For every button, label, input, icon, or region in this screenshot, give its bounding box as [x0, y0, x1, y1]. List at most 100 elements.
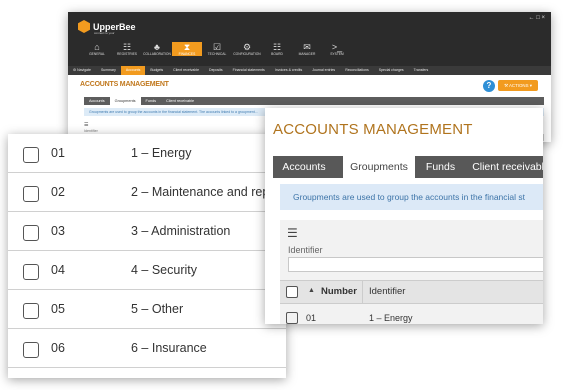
row-number: 05	[51, 302, 65, 316]
row-number: 01	[306, 313, 317, 323]
collaboration-icon: ♣	[154, 42, 160, 52]
actions-button[interactable]: ⚒ ACTIONS ▾	[498, 80, 538, 91]
row-number: 06	[51, 341, 65, 355]
sort-ascending-icon[interactable]: ▲	[308, 287, 315, 294]
subnav-item-client-receivable[interactable]: Client receivable	[168, 66, 204, 75]
subnav-item-navigate[interactable]: ⚙ Navigate	[68, 66, 96, 75]
zoomed-accounts-panel: ACCOUNTS MANAGEMENT Accounts Groupments Fu…	[265, 108, 543, 324]
board-icon: ☷	[272, 42, 282, 52]
table-row[interactable]: 06 6 – Insurance	[8, 329, 286, 368]
tab-client-receivable[interactable]: Client receivable	[161, 97, 199, 105]
module-manager[interactable]: ✉ MANAGER	[292, 42, 322, 56]
column-header-number[interactable]: Number	[321, 286, 357, 297]
table-header: ▲ Number Identifier	[280, 280, 543, 304]
module-label: CONFIGURATION	[233, 52, 261, 56]
system-icon: >_	[331, 42, 343, 52]
module-label: BOARD	[271, 52, 283, 56]
tab-groupments[interactable]: Groupments	[343, 156, 415, 178]
filter-label: Identifier	[84, 129, 98, 133]
tab-accounts[interactable]: Accounts	[273, 156, 335, 178]
module-finances[interactable]: ⧗ FINANCES	[172, 42, 202, 56]
row-checkbox[interactable]	[286, 312, 298, 324]
table-row[interactable]: 05 5 – Other	[8, 290, 286, 329]
module-label: COLLABORATION	[143, 52, 171, 56]
tab-funds[interactable]: Funds	[416, 156, 465, 178]
row-number: 04	[51, 263, 65, 277]
row-identifier: 6 – Insurance	[131, 341, 207, 355]
module-label: GENERAL	[89, 52, 105, 56]
module-board[interactable]: ☷ BOARD	[262, 42, 292, 56]
page-title-zoom: ACCOUNTS MANAGEMENT	[273, 121, 473, 138]
row-checkbox[interactable]	[23, 264, 39, 280]
module-label: SYSTEM	[330, 52, 344, 56]
info-banner-zoom: Groupments are used to group the account…	[280, 184, 543, 210]
table-row[interactable]: 02 2 – Maintenance and repairs	[8, 173, 286, 212]
module-collaboration[interactable]: ♣ COLLABORATION	[142, 42, 172, 56]
row-number: 02	[51, 185, 65, 199]
technical-icon: ☑	[212, 42, 222, 52]
row-number: 03	[51, 224, 65, 238]
subnav-item-financial-statements[interactable]: Financial statements	[228, 66, 270, 75]
logo-hex-icon	[78, 20, 90, 33]
module-technical[interactable]: ☑ TECHNICAL	[202, 42, 232, 56]
tab-bar-zoom: Accounts Groupments Funds Client receivable	[273, 156, 543, 178]
subnav-item-summary[interactable]: Summary	[96, 66, 121, 75]
subnav-item-invoices-credits[interactable]: Invoices & credits	[270, 66, 307, 75]
table-row[interactable]: 01 1 – Energy	[8, 134, 286, 173]
registries-icon: ☷	[122, 42, 132, 52]
row-identifier: 5 – Other	[131, 302, 184, 316]
row-identifier: 2 – Maintenance and repairs	[131, 185, 286, 199]
zoomed-groupment-list: 01 1 – Energy 02 2 – Maintenance and repair…	[8, 134, 286, 378]
window-controls[interactable]: ← □ ×	[529, 15, 545, 21]
logo: UpperBee connect to your	[78, 20, 136, 35]
module-configuration[interactable]: ⚙ CONFIGURATION	[232, 42, 262, 56]
module-registries[interactable]: ☷ REGISTRIES	[112, 42, 142, 56]
module-label: MANAGER	[298, 52, 316, 56]
table-row[interactable]: 04 4 – Security	[8, 251, 286, 290]
module-label: FINANCES	[178, 52, 196, 56]
configuration-icon: ⚙	[242, 42, 252, 52]
row-checkbox[interactable]	[23, 225, 39, 241]
help-icon[interactable]: ?	[483, 80, 495, 92]
manager-icon: ✉	[303, 42, 311, 52]
subnav-item-special-charges[interactable]: Special charges	[374, 66, 409, 75]
tab-groupments[interactable]: Groupments	[109, 97, 141, 105]
finances-icon: ⧗	[183, 42, 191, 52]
row-checkbox[interactable]	[23, 147, 39, 163]
column-menu-icon[interactable]: ☰	[287, 227, 298, 239]
tab-accounts[interactable]: Accounts	[84, 97, 110, 105]
tab-client-receivable[interactable]: Client receivable	[466, 156, 543, 178]
column-divider	[362, 281, 363, 303]
top-bar: UpperBee connect to your ← □ × ⌂ GENERAL ☷…	[68, 12, 551, 66]
filter-label: Identifier	[288, 245, 323, 255]
table-row[interactable]: 03 3 – Administration	[8, 212, 286, 251]
home-icon: ⌂	[94, 42, 100, 52]
tab-bar: Accounts Groupments Funds Client receivable	[84, 97, 544, 105]
row-checkbox[interactable]	[23, 303, 39, 319]
page-title: ACCOUNTS MANAGEMENT	[80, 81, 169, 88]
column-menu-icon[interactable]: ☰	[84, 122, 88, 128]
column-header-identifier[interactable]: Identifier	[369, 286, 405, 297]
row-identifier: 1 – Energy	[369, 313, 413, 323]
module-system[interactable]: >_ SYSTEM	[322, 42, 352, 56]
row-identifier: 4 – Security	[131, 263, 198, 277]
table-row[interactable]: 01 1 – Energy	[280, 306, 543, 324]
subnav-item-transfers[interactable]: Transfers	[409, 66, 434, 75]
select-all-checkbox[interactable]	[286, 286, 298, 298]
subnav-item-journal-entries[interactable]: Journal entries	[307, 66, 340, 75]
subnav-item-budgets[interactable]: Budgets	[145, 66, 168, 75]
row-checkbox[interactable]	[23, 186, 39, 202]
module-general[interactable]: ⌂ GENERAL	[82, 42, 112, 56]
row-identifier: 3 – Administration	[131, 224, 231, 238]
tab-funds[interactable]: Funds	[141, 97, 162, 105]
brand-name: UpperBee	[93, 21, 136, 32]
row-identifier: 1 – Energy	[131, 146, 192, 160]
module-label: TECHNICAL	[207, 52, 227, 56]
subnav-item-reconciliations[interactable]: Reconciliations	[340, 66, 374, 75]
identifier-filter-input[interactable]	[288, 257, 543, 272]
subnav-item-accounts[interactable]: Accounts	[120, 66, 146, 75]
subnav-item-deposits[interactable]: Deposits	[204, 66, 228, 75]
groupment-table-card: ☰ Identifier ▲ Number Identifier 01 1 – …	[280, 220, 543, 324]
row-checkbox[interactable]	[23, 342, 39, 358]
module-bar: ⌂ GENERAL ☷ REGISTRIES ♣ COLLABORATION ⧗ FINANC…	[82, 42, 352, 56]
